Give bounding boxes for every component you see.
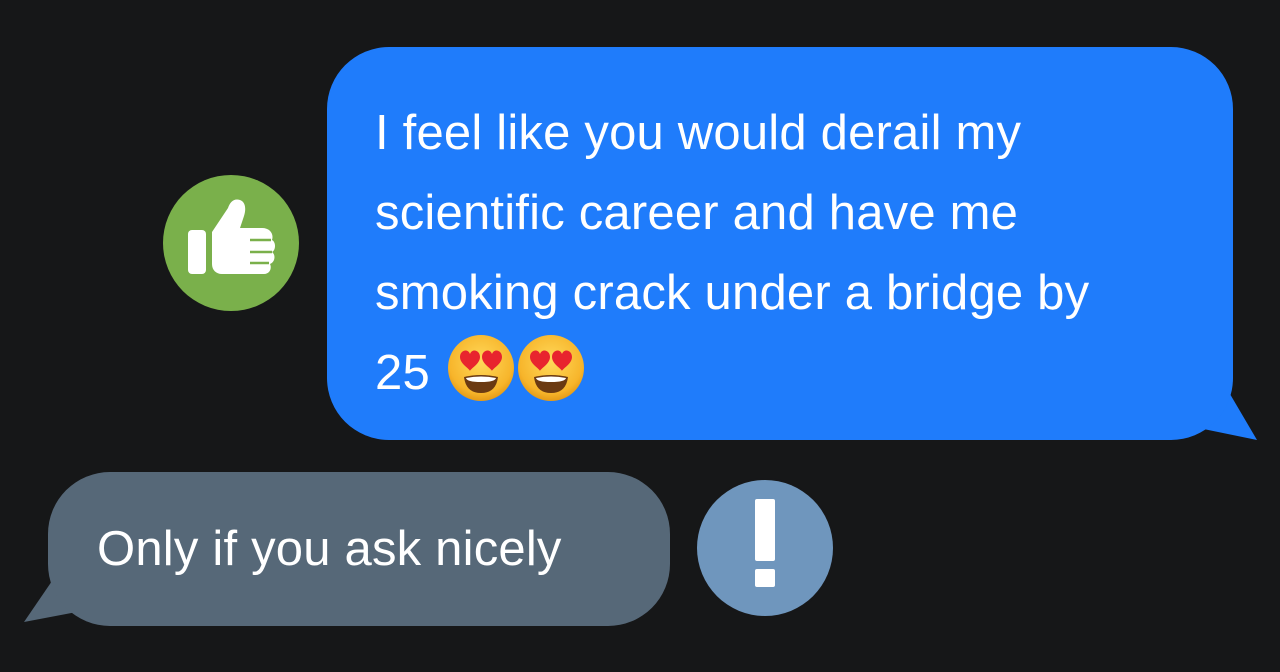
- received-message-text: Only if you ask nicely: [97, 522, 562, 576]
- emoji-group: [446, 333, 586, 427]
- sent-message-bubble[interactable]: I feel like you would derail my scientif…: [327, 47, 1233, 440]
- conversation-view: I feel like you would derail my scientif…: [0, 0, 1280, 672]
- received-message-bubble[interactable]: Only if you ask nicely: [48, 472, 670, 626]
- exclamation-reaction-icon[interactable]: [692, 477, 837, 619]
- heart-eyes-emoji-icon: [517, 335, 584, 401]
- sent-message-text: I feel like you would derail my scientif…: [375, 93, 1193, 427]
- thumbs-up-reaction-icon[interactable]: [158, 172, 303, 314]
- heart-eyes-emoji-icon: [447, 335, 514, 401]
